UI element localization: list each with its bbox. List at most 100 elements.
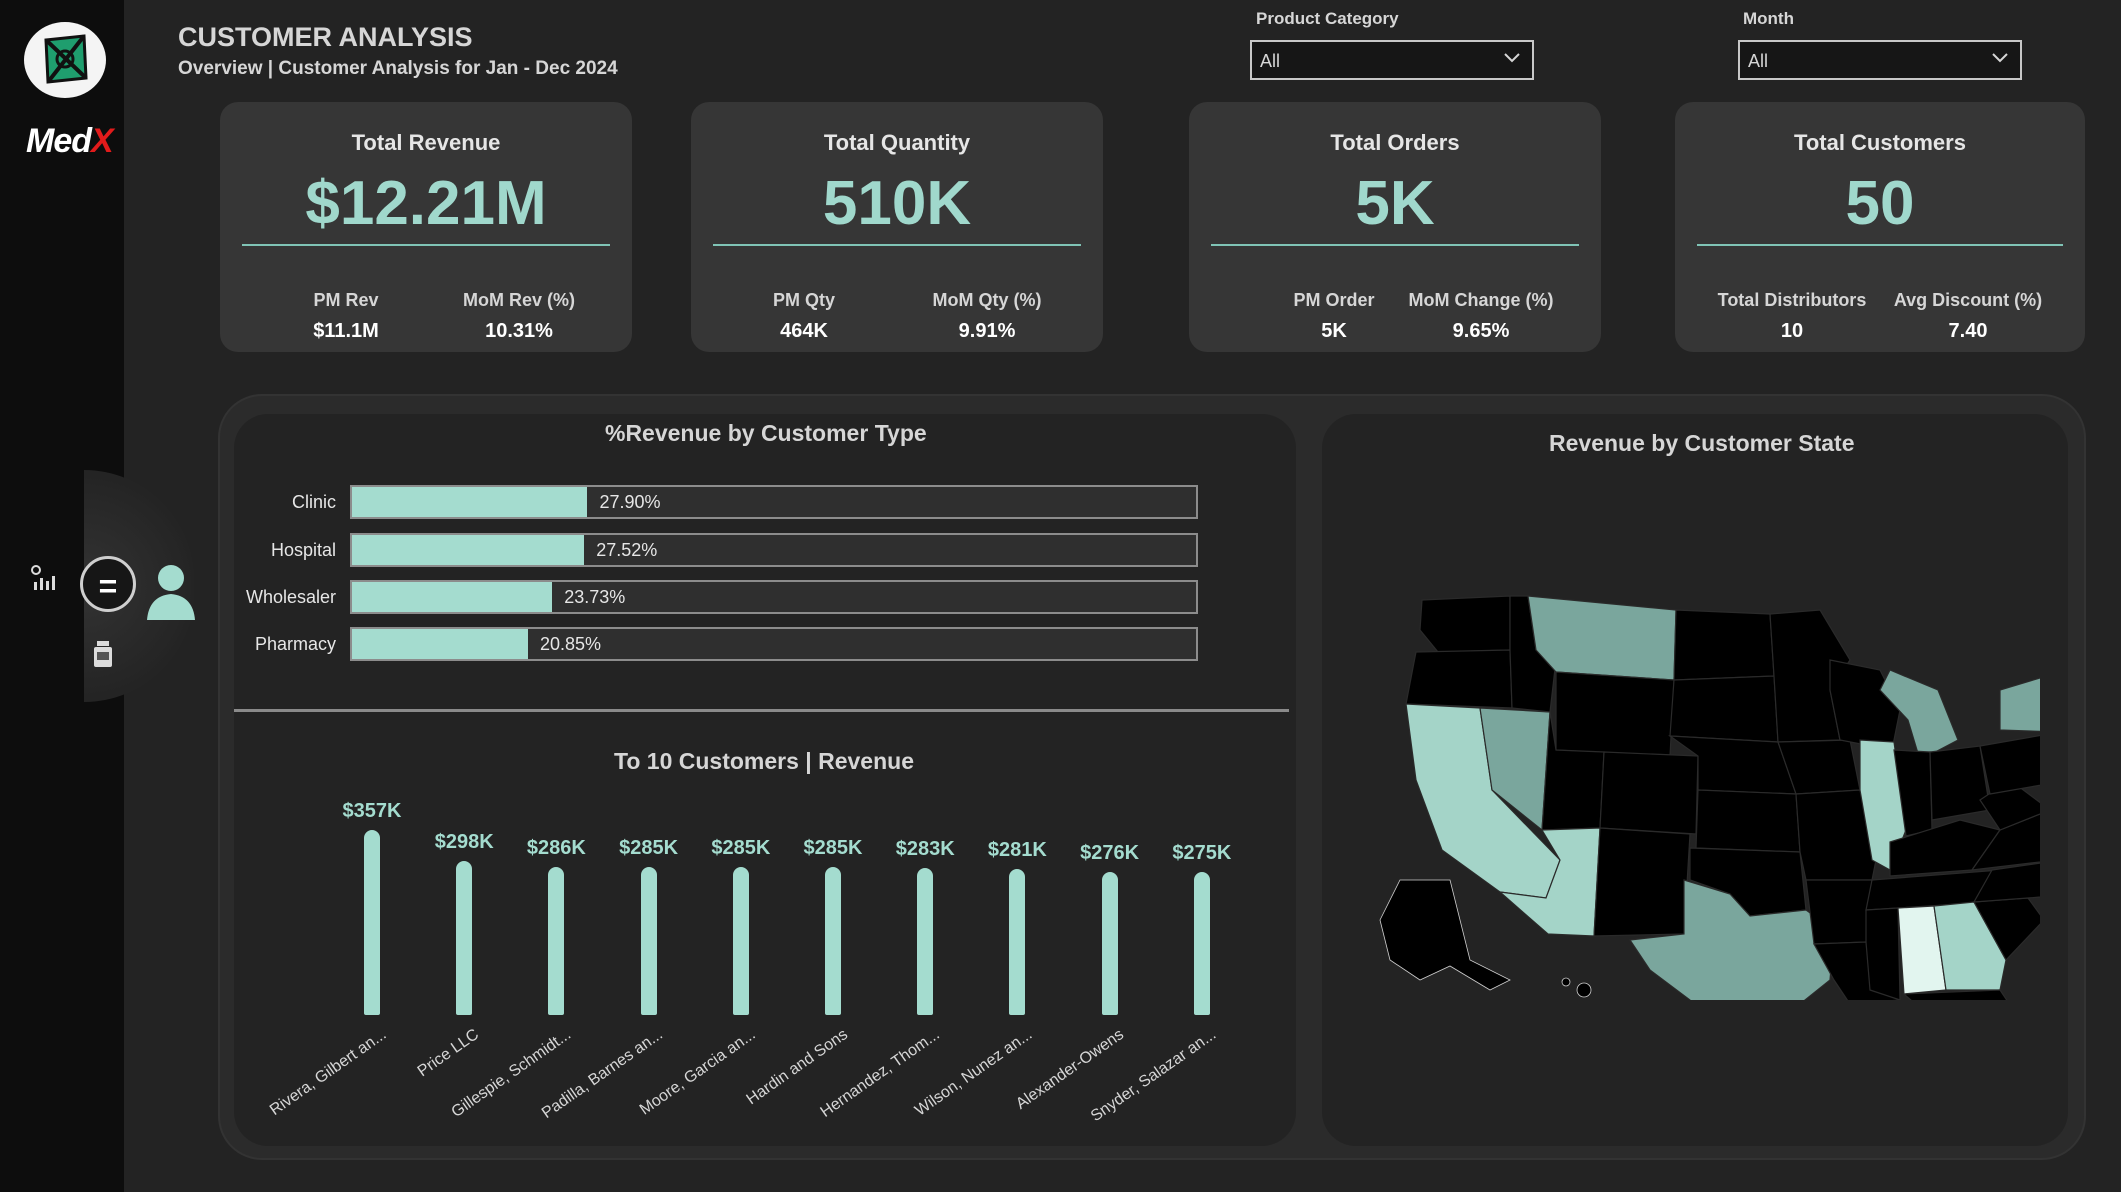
kpi-sub-label: Total Distributors [1717, 290, 1867, 310]
map-state-north-dakota [1673, 609, 1775, 681]
map-state-colorado [1599, 751, 1699, 835]
bar-track[interactable]: 23.73% [350, 580, 1198, 614]
kpi-value: 510K [822, 169, 972, 238]
column-bar[interactable] [917, 868, 934, 1015]
kpi-sub-label: Avg Discount (%) [1893, 290, 2043, 310]
map-state-hawaii [1576, 982, 1592, 998]
bar-track[interactable]: 20.85% [350, 627, 1198, 661]
kpi-sub-label: PM Qty [772, 290, 835, 310]
kpi-sub-value: 7.40 [1948, 320, 1988, 342]
chart-title-revenue-by-type: %Revenue by Customer Type [605, 420, 927, 446]
filter-label-month: Month [1743, 9, 1794, 28]
kpi-card-customers: Total Customers 50 Total Distributors 10… [1675, 102, 2085, 352]
brand-logo [24, 22, 106, 98]
divider [1211, 244, 1579, 246]
kpi-sub-value: 10 [1780, 320, 1804, 342]
column-bar[interactable] [825, 867, 841, 1015]
kpi-title: Total Customers [1794, 130, 1966, 155]
kpi-sub-value: 10.31% [485, 320, 553, 342]
column-value-label: $285K [803, 837, 863, 860]
section-divider [234, 709, 1289, 712]
map-state-arkansas [1805, 879, 1873, 945]
brand-name: MedX [26, 122, 114, 160]
kpi-card-orders: Total Orders 5K PM Order 5K MoM Change (… [1189, 102, 1601, 352]
column-value-label: $357K [342, 800, 402, 822]
map-state-alaska [1379, 879, 1511, 991]
kpi-title: Total Revenue [351, 130, 501, 155]
chart-title-revenue-by-state: Revenue by Customer State [1549, 430, 1855, 456]
chevron-down-icon [1504, 53, 1520, 63]
map-state-new-mexico [1593, 827, 1691, 937]
map-state-pennsylvania [1979, 734, 2040, 795]
kpi-value: 5K [1355, 169, 1435, 238]
column-bar[interactable] [456, 860, 473, 1015]
kpi-value: $12.21M [305, 169, 547, 238]
month-dropdown[interactable]: All [1738, 40, 2022, 80]
page-subtitle: Overview | Customer Analysis for Jan - D… [178, 58, 618, 79]
kpi-sub-value: 464K [780, 320, 828, 342]
bottle-icon[interactable] [92, 640, 114, 668]
kpi-sub-value: 9.65% [1452, 320, 1510, 342]
kpi-sub-label: MoM Change (%) [1408, 290, 1554, 310]
column-value-label: $285K [619, 837, 679, 860]
bar-value-label: 27.52% [596, 540, 658, 560]
menu-toggle-icon[interactable]: = [80, 556, 136, 612]
column-bar[interactable] [732, 867, 749, 1015]
kpi-value: 50 [1845, 169, 1915, 238]
product-category-dropdown[interactable]: All [1250, 40, 1534, 80]
us-state-map[interactable] [1360, 580, 2040, 1000]
column-bar[interactable] [640, 867, 657, 1015]
kpi-title: Total Orders [1330, 130, 1460, 155]
map-state-kansas [1695, 789, 1801, 853]
page-title: CUSTOMER ANALYSIS [178, 22, 473, 52]
map-state-washington [1419, 595, 1511, 653]
column-bar[interactable] [364, 830, 380, 1015]
bar-value-label: 23.73% [564, 587, 626, 607]
bar-fill [352, 582, 553, 612]
column-value-label: $281K [987, 839, 1047, 862]
bar-category-label: Pharmacy [254, 634, 336, 654]
column-value-label: $285K [711, 837, 771, 860]
map-state-hawaii-islet [1561, 977, 1571, 987]
bar-category-label: Clinic [291, 492, 336, 512]
divider [1697, 244, 2063, 246]
map-state-mississippi [1865, 907, 1901, 1000]
map-state-wyoming [1555, 671, 1675, 757]
bar-category-label: Wholesaler [245, 587, 336, 607]
map-state-south-dakota [1669, 675, 1779, 743]
divider [713, 244, 1081, 246]
kpi-sub-value: 9.91% [958, 320, 1016, 342]
bar-fill [352, 487, 588, 517]
kpi-card-quantity: Total Quantity 510K PM Qty 464K MoM Qty … [691, 102, 1103, 352]
column-bar[interactable] [1193, 872, 1210, 1015]
chart-title-top-customers: To 10 Customers | Revenue [614, 748, 914, 774]
user-icon[interactable] [143, 562, 199, 622]
column-value-label: $286K [526, 836, 586, 859]
map-state-ohio [1929, 745, 1991, 821]
column-bar[interactable] [1101, 871, 1118, 1015]
filter-label-product-category: Product Category [1256, 9, 1399, 28]
dropdown-value: All [1260, 51, 1281, 71]
kpi-sub-label: PM Rev [313, 290, 379, 310]
divider [242, 244, 610, 246]
dropdown-value: All [1748, 51, 1769, 71]
kpi-card-revenue: Total Revenue $12.21M PM Rev $11.1M MoM … [220, 102, 632, 352]
bar-value-label: 27.90% [599, 492, 661, 512]
column-value-label: $298K [434, 830, 494, 853]
column-bar[interactable] [548, 866, 565, 1015]
map-state-oregon [1405, 649, 1513, 709]
bar-category-label: Hospital [270, 540, 336, 560]
bar-fill [352, 535, 585, 565]
bar-track[interactable]: 27.52% [350, 533, 1198, 567]
column-value-label: $283K [895, 838, 955, 861]
chart-icon[interactable] [30, 564, 58, 592]
column-bar[interactable] [1009, 869, 1026, 1015]
column-value-label: $276K [1080, 841, 1140, 864]
kpi-sub-value: $11.1M [313, 320, 379, 342]
bar-track[interactable]: 27.90% [350, 485, 1198, 519]
kpi-title: Total Quantity [823, 130, 971, 155]
column-value-label: $275K [1172, 842, 1232, 865]
bar-fill [352, 629, 528, 659]
bar-value-label: 20.85% [539, 634, 602, 654]
customer-charts-panel [234, 414, 1296, 1146]
